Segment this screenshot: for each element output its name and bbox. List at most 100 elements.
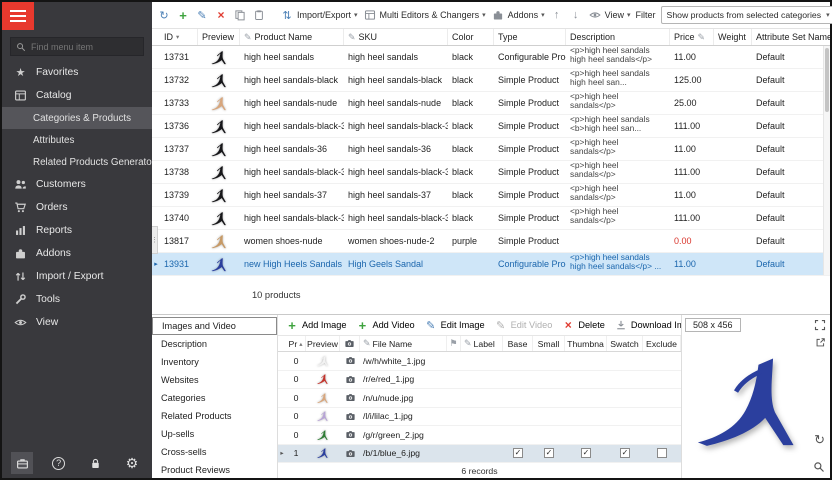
vertical-scrollbar[interactable] xyxy=(823,46,830,275)
scrollbar-thumb[interactable] xyxy=(825,48,829,112)
cell-file-name: /b/1/blue_6.jpg xyxy=(360,445,447,463)
product-row[interactable]: 13736high heel sandals-black-36high heel… xyxy=(152,115,830,138)
tab-websites[interactable]: Websites xyxy=(152,371,277,389)
sidebar-item-orders[interactable]: Orders xyxy=(2,196,152,219)
checkbox-small[interactable]: ✓ xyxy=(544,448,554,458)
download-image-button[interactable]: Download Image xyxy=(614,318,681,333)
add-image-button[interactable]: +Add Image xyxy=(285,318,346,333)
store-button[interactable] xyxy=(11,452,33,474)
sidebar-item-related-products-generator[interactable]: Related Products Generator xyxy=(2,151,152,173)
product-row[interactable]: 13733high heel sandals-nudehigh heel san… xyxy=(152,92,830,115)
image-row[interactable]: 0/n/u/nude.jpg xyxy=(278,389,681,408)
tab-up-sells[interactable]: Up-sells xyxy=(152,425,277,443)
sort-descending-icon[interactable]: ↓ xyxy=(569,8,583,23)
checkbox-swatch[interactable]: ✓ xyxy=(620,448,630,458)
category-filter-select[interactable]: Show products from selected categories ▾ xyxy=(661,6,832,24)
zoom-icon[interactable] xyxy=(813,461,825,473)
sidebar-item-reports[interactable]: Reports xyxy=(2,219,152,242)
product-row[interactable]: 13817women shoes-nudewomen shoes-nude-2p… xyxy=(152,230,830,253)
menu-button[interactable] xyxy=(2,2,34,30)
column-header-description[interactable]: Description xyxy=(566,29,670,45)
cell-color: black xyxy=(448,138,494,160)
column-header-small[interactable]: Small xyxy=(533,336,565,351)
image-row[interactable]: 0/r/e/red_1.jpg xyxy=(278,371,681,390)
product-row[interactable]: 13737high heel sandals-36high heel sanda… xyxy=(152,138,830,161)
column-header-color[interactable]: Color xyxy=(448,29,494,45)
image-row[interactable]: 0/l/i/lilac_1.jpg xyxy=(278,408,681,427)
tab-cross-sells[interactable]: Cross-sells xyxy=(152,443,277,461)
column-header-exclude[interactable]: Exclude xyxy=(643,336,681,351)
column-header-preview[interactable]: Preview xyxy=(198,29,240,45)
checkbox-base[interactable]: ✓ xyxy=(513,448,523,458)
tab-inventory[interactable]: Inventory xyxy=(152,353,277,371)
product-row[interactable]: 13740high heel sandals-black-38high heel… xyxy=(152,207,830,230)
sidebar-item-favorites[interactable]: ★Favorites xyxy=(2,61,152,84)
sidebar-item-attributes[interactable]: Attributes xyxy=(2,129,152,151)
column-header-base[interactable]: Base xyxy=(503,336,533,351)
open-external-icon[interactable] xyxy=(815,337,826,348)
tab-related-products[interactable]: Related Products xyxy=(152,407,277,425)
checkbox-thumb[interactable]: ✓ xyxy=(581,448,591,458)
sidebar-item-categories-products[interactable]: Categories & Products xyxy=(2,107,152,129)
column-header-weight[interactable]: Weight xyxy=(714,29,752,45)
sidebar-item-view[interactable]: View xyxy=(2,311,152,334)
tab-description[interactable]: Description xyxy=(152,335,277,353)
image-row[interactable]: 0/w/h/white_1.jpg xyxy=(278,352,681,371)
column-header-product-name[interactable]: ✎Product Name xyxy=(240,29,344,45)
tab-categories[interactable]: Categories xyxy=(152,389,277,407)
search-input[interactable] xyxy=(31,42,138,52)
product-row[interactable]: 13732high heel sandals-blackhigh heel sa… xyxy=(152,69,830,92)
copy-icon[interactable] xyxy=(233,8,247,23)
tab-images-and-video[interactable]: Images and Video xyxy=(152,317,277,335)
sidebar-item-catalog[interactable]: Catalog xyxy=(2,84,152,107)
column-header-sku[interactable]: ✎SKU xyxy=(344,29,448,45)
sidebar-item-import-export[interactable]: Import / Export xyxy=(2,265,152,288)
column-header-swatch[interactable]: Swatch xyxy=(607,336,643,351)
image-row[interactable]: 0/g/r/green_2.jpg xyxy=(278,426,681,445)
product-row[interactable]: 13731high heel sandalshigh heel sandalsb… xyxy=(152,46,830,69)
addons-menu[interactable]: Addons ▾ xyxy=(491,8,545,23)
cell-weight xyxy=(714,253,752,275)
add-video-button[interactable]: +Add Video xyxy=(355,318,414,333)
edit-product-icon[interactable]: ✎ xyxy=(195,8,209,23)
column-header-preview[interactable]: Preview xyxy=(306,336,340,351)
cell-priority: 1 xyxy=(286,445,306,463)
product-row[interactable]: 13738high heel sandals-black-37high heel… xyxy=(152,161,830,184)
product-row[interactable]: 13739high heel sandals-37high heel sanda… xyxy=(152,184,830,207)
multi-editors-menu[interactable]: Multi Editors & Changers ▾ xyxy=(363,8,486,23)
sidebar-search[interactable] xyxy=(10,37,144,56)
sidebar-item-label: Orders xyxy=(36,202,67,213)
product-row[interactable]: ▸13931new High Heels SandalsHigh Geels S… xyxy=(152,253,830,276)
tab-product-reviews[interactable]: Product Reviews xyxy=(152,461,277,479)
column-header-attribute-set[interactable]: Attribute Set Name xyxy=(752,29,830,45)
refresh-icon[interactable]: ↻ xyxy=(157,8,171,23)
settings-button[interactable]: ⚙ xyxy=(121,452,143,474)
sidebar-item-customers[interactable]: Customers xyxy=(2,173,152,196)
column-header-price[interactable]: Price✎ xyxy=(670,29,714,45)
sidebar-collapse-handle[interactable]: ⋮ xyxy=(152,226,158,254)
column-header-file-name[interactable]: ✎File Name xyxy=(360,336,447,351)
clipboard-icon[interactable] xyxy=(252,8,266,23)
image-row[interactable]: ▸1/b/1/blue_6.jpg ✓ ✓ ✓ ✓ xyxy=(278,445,681,464)
row-expander[interactable]: ▸ xyxy=(278,445,286,463)
add-product-icon[interactable]: + xyxy=(176,8,190,23)
sidebar-item-tools[interactable]: Tools xyxy=(2,288,152,311)
column-header-id[interactable]: ID▾ xyxy=(160,29,198,45)
sidebar-item-addons[interactable]: Addons xyxy=(2,242,152,265)
rotate-icon[interactable]: ↻ xyxy=(814,433,825,446)
checkbox-exclude[interactable] xyxy=(657,448,667,458)
row-expander[interactable]: ▸ xyxy=(152,253,160,275)
import-export-menu[interactable]: ⇅ Import/Export ▾ xyxy=(280,8,358,23)
delete-product-icon[interactable]: × xyxy=(214,8,228,23)
column-header-label[interactable]: ✎Label xyxy=(461,336,503,351)
fullscreen-icon[interactable] xyxy=(814,319,826,331)
view-menu[interactable]: View ▾ xyxy=(588,8,631,23)
sort-ascending-icon[interactable]: ↑ xyxy=(550,8,564,23)
delete-image-button[interactable]: ×Delete xyxy=(561,318,605,333)
column-header-thumbnail[interactable]: Thumbna xyxy=(565,336,607,351)
lock-button[interactable] xyxy=(84,452,106,474)
help-button[interactable]: ? xyxy=(48,452,70,474)
column-header-priority[interactable]: Pr▴ xyxy=(286,336,306,351)
edit-image-button[interactable]: ✎Edit Image xyxy=(424,318,485,333)
column-header-type[interactable]: Type xyxy=(494,29,566,45)
